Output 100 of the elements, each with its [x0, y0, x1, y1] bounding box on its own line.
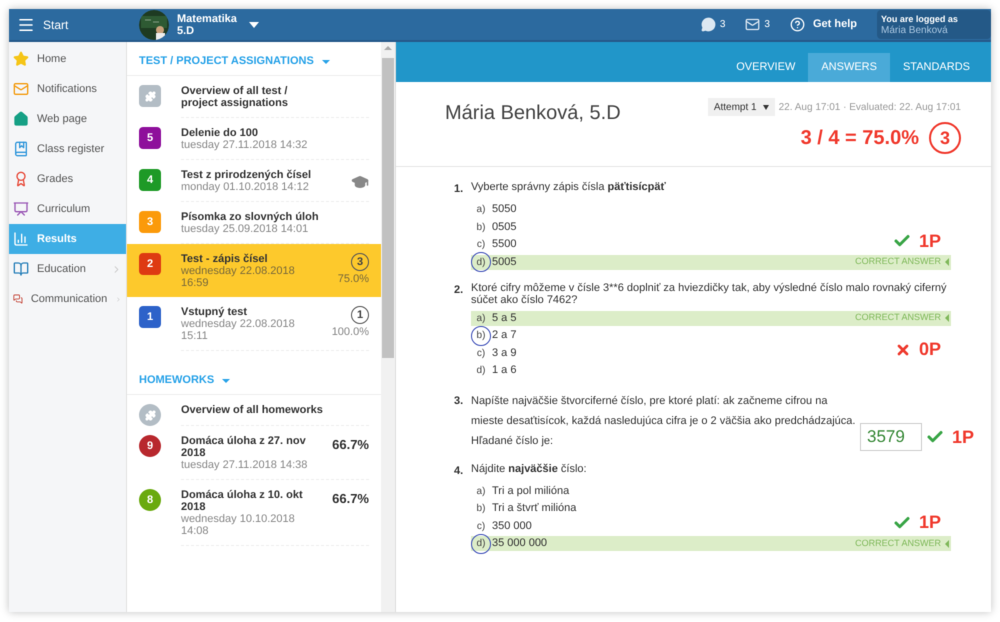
sidebar-item[interactable]: Curriculum: [9, 194, 126, 224]
option-letter: c): [476, 520, 486, 534]
item-date: wednesday 22.08.2018 16:59: [181, 265, 296, 289]
correct-answer-label: CORRECT ANSWER: [855, 255, 941, 268]
points-text: 0P: [918, 338, 941, 361]
answer-field[interactable]: 3579: [860, 422, 922, 450]
list-item[interactable]: 2 Test - zápis čísel wednesday 22.08.2018 16:59 3 75.0%: [127, 244, 381, 297]
number-badge: 4: [139, 169, 161, 191]
board-icon: [13, 201, 29, 217]
points-text: 1P: [952, 426, 974, 448]
arrow-icon: [945, 540, 949, 548]
sidebar-label: Notifications: [37, 82, 98, 97]
correct-answer-label: CORRECT ANSWER: [855, 536, 941, 550]
option-letter: c): [476, 346, 486, 360]
sidebar-item[interactable]: Communication: [9, 284, 126, 314]
scrollbar[interactable]: [381, 42, 395, 612]
mail-icon[interactable]: [745, 17, 760, 32]
question-text: Ktoré cifry môžeme v čísle 3**6 doplniť za hviezdičky tak, aby výsledné číslo malo rovnaký ciferný súčet ako číslo 7462?: [471, 282, 948, 306]
question-number: 4.: [454, 464, 464, 478]
option-text: 2 a 7: [492, 328, 516, 344]
sidebar-label: Grades: [37, 172, 74, 187]
start-link[interactable]: Start: [43, 16, 68, 34]
number-badge: 5: [139, 127, 161, 149]
option-letter: b): [471, 326, 491, 346]
sidebar-item[interactable]: Education: [9, 254, 126, 284]
option-text: Tri a štvrť milióna: [492, 501, 576, 516]
item-title: Delenie do 100: [181, 127, 260, 139]
sidebar-label: Education: [37, 262, 87, 277]
sidebar-item[interactable]: Notifications: [9, 74, 126, 104]
option-text: 3 a 9: [492, 346, 516, 361]
sidebar-label: Web page: [37, 112, 88, 127]
overview-icon: [139, 404, 161, 426]
sidebar-label: Curriculum: [37, 202, 92, 217]
item-date: monday 01.10.2018 14:12: [181, 181, 310, 193]
item-title: Overview of all homeworks: [181, 404, 323, 416]
option-text: Tri a pol milióna: [492, 484, 570, 499]
bar-chart-icon: [13, 231, 29, 247]
item-title: Domáca úloha z 27. nov 2018: [181, 435, 307, 459]
number-badge: 2: [139, 253, 161, 275]
question-text: Vyberte správny zápis čísla päťtisícpäť: [471, 181, 667, 195]
option-letter: a): [476, 312, 486, 326]
user-name: Mária Benková: [881, 24, 949, 36]
option-text: 5500: [492, 237, 516, 252]
book-icon: [13, 141, 29, 157]
option-text: 0505: [492, 220, 516, 235]
option-text: 5005: [492, 254, 516, 270]
message-count: 3: [720, 18, 726, 32]
mail-count: 3: [764, 18, 770, 32]
number-badge: 3: [139, 211, 161, 233]
item-title: Overview of all test / project assignations: [181, 85, 289, 109]
sidebar-item[interactable]: Grades: [9, 164, 126, 194]
correct-answer-label: CORRECT ANSWER: [855, 311, 941, 324]
attempt-times: 22. Aug 17:01 · Evaluated: 22. Aug 17:01: [778, 100, 961, 114]
option-text: 35 000 000: [492, 536, 548, 552]
chat-icon[interactable]: [700, 17, 716, 32]
login-caption: You are logged as: [881, 12, 959, 24]
item-title: Písomka zo slovných úloh: [181, 211, 320, 223]
item-date: tuesday 27.11.2018 14:38: [181, 459, 308, 471]
item-date: wednesday 22.08.2018 15:11: [181, 318, 296, 342]
arrow-icon: [945, 258, 949, 266]
number-badge: 9: [139, 435, 161, 457]
caret-icon[interactable]: [322, 60, 330, 64]
item-title: Domáca úloha z 10. okt 2018: [181, 489, 304, 513]
sidebar-label: Results: [37, 232, 78, 247]
percent-text: 75.0%: [338, 272, 369, 287]
option-text: 350 000: [492, 518, 532, 534]
sidebar-label: Communication: [30, 292, 108, 307]
points-text: 1P: [918, 511, 941, 534]
item-title: Test - zápis čísel: [181, 253, 269, 265]
question-number: 2.: [454, 283, 464, 298]
arrow-icon: [945, 314, 949, 322]
house-icon: [13, 111, 29, 127]
help-link[interactable]: Get help: [812, 16, 857, 33]
graduation-cap-icon: [351, 173, 369, 191]
question-number: 3.: [454, 394, 464, 408]
item-date: tuesday 27.11.2018 14:32: [181, 139, 308, 151]
sidebar-item[interactable]: Class register: [9, 134, 126, 164]
option-letter: a): [476, 484, 486, 498]
class-name[interactable]: 5.D: [177, 24, 237, 36]
question-text: Nájdite najväčšie číslo:: [471, 462, 588, 476]
option-text: 5050: [492, 202, 516, 218]
course-name[interactable]: Matematika: [177, 12, 237, 24]
question-number: 1.: [454, 182, 464, 197]
sidebar-label: Class register: [37, 142, 106, 157]
item-date: wednesday 10.10.2018 14:08: [181, 513, 296, 537]
option-text: 1 a 6: [492, 363, 516, 378]
percent-text: 100.0%: [332, 325, 369, 340]
sidebar-item[interactable]: Home: [9, 44, 126, 74]
item-title: Vstupný test: [181, 306, 248, 318]
percent-text: 66.7%: [332, 436, 369, 454]
option-letter: d): [476, 364, 486, 378]
number-badge: 1: [139, 306, 161, 328]
account-box[interactable]: You are logged as Mária Benková: [877, 10, 991, 39]
overview-icon: [139, 85, 161, 107]
caret-icon[interactable]: [222, 378, 230, 382]
help-icon[interactable]: [790, 17, 805, 32]
attempt-select[interactable]: Attempt 1: [708, 98, 775, 116]
sidebar-item[interactable]: Web page: [9, 104, 126, 134]
score-text: 3 / 4 = 75.0%: [800, 126, 919, 151]
option-letter: b): [476, 502, 486, 516]
